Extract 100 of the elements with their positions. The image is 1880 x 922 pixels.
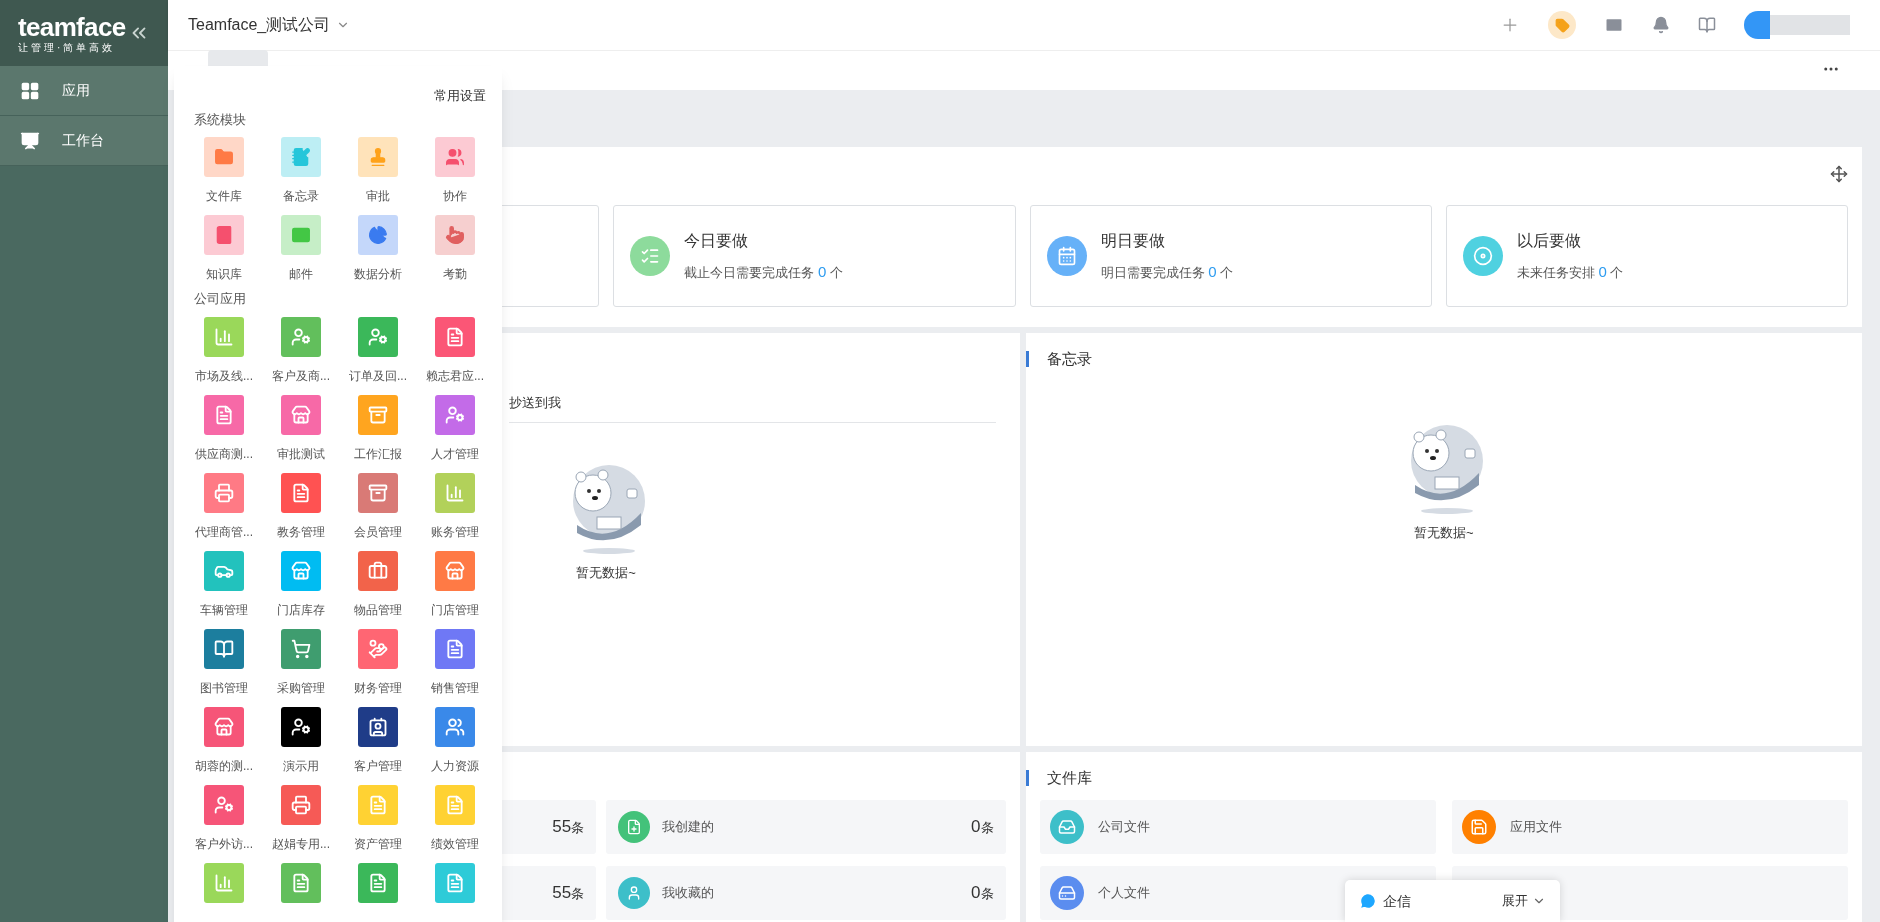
app-label[interactable]: 会员管理 bbox=[354, 522, 402, 543]
app-tile[interactable] bbox=[204, 550, 244, 591]
app-label[interactable]: 图书管理 bbox=[200, 678, 248, 699]
file-label: 公司文件 bbox=[1097, 818, 1150, 837]
app-tile[interactable] bbox=[358, 137, 398, 177]
move-icon[interactable] bbox=[1830, 165, 1848, 183]
record-row[interactable]: 我收藏的 0条 bbox=[606, 866, 1006, 920]
app-tile[interactable] bbox=[358, 784, 398, 825]
app-label[interactable]: 审批 bbox=[366, 187, 390, 207]
app-label[interactable]: 订单及回... bbox=[349, 366, 407, 387]
app-label[interactable]: 车辆管理 bbox=[200, 600, 248, 621]
save-icon bbox=[1469, 818, 1488, 836]
app-label[interactable]: 胡蓉的测... bbox=[195, 756, 253, 777]
record-label: 我收藏的 bbox=[662, 884, 715, 903]
app-tile[interactable] bbox=[358, 862, 398, 903]
task-card[interactable]: 以后要做 未来任务安排 0 个 bbox=[1445, 205, 1848, 307]
app-tile[interactable] bbox=[281, 628, 321, 669]
task-card[interactable]: 今日要做 截止今日需要完成任务 0 个 bbox=[613, 205, 1016, 307]
app-label[interactable]: 账务管理 bbox=[431, 522, 479, 543]
app-tile[interactable] bbox=[435, 394, 475, 435]
app-tile[interactable] bbox=[204, 628, 244, 669]
app-tile[interactable] bbox=[435, 137, 475, 177]
app-tile[interactable] bbox=[435, 862, 475, 903]
app-tile[interactable] bbox=[281, 394, 321, 435]
app-label[interactable]: 财务管理 bbox=[354, 678, 402, 699]
app-label[interactable]: 门店管理 bbox=[431, 600, 479, 621]
app-label[interactable]: 审批测试 bbox=[277, 444, 325, 465]
app-tile[interactable] bbox=[358, 316, 398, 357]
app-label[interactable]: 考勤 bbox=[443, 265, 467, 285]
file-category[interactable]: 公司文件 bbox=[1039, 800, 1436, 854]
app-label[interactable]: 代理商管... bbox=[195, 522, 253, 543]
app-tile[interactable] bbox=[204, 394, 244, 435]
record-row[interactable]: 我创建的 0条 bbox=[606, 800, 1006, 854]
app-tile[interactable] bbox=[281, 316, 321, 357]
expand-toggle[interactable]: 展开 bbox=[1502, 891, 1546, 911]
app-label[interactable]: 人力资源 bbox=[431, 756, 479, 777]
approval-tab[interactable]: 抄送到我 bbox=[509, 393, 561, 413]
app-label[interactable]: 教务管理 bbox=[277, 522, 325, 543]
app-tile[interactable] bbox=[281, 862, 321, 903]
app-label[interactable]: 知识库 bbox=[206, 265, 242, 285]
app-tile[interactable] bbox=[204, 316, 244, 357]
notepad-icon bbox=[291, 147, 311, 167]
app-label[interactable]: 客户外访... bbox=[195, 834, 253, 855]
app-label[interactable]: 邮件 bbox=[289, 265, 313, 285]
app-tile[interactable] bbox=[281, 472, 321, 513]
tag-button[interactable] bbox=[1548, 11, 1576, 39]
app-label[interactable]: 文件库 bbox=[206, 187, 242, 207]
company-switcher[interactable]: Teamface_测试公司 bbox=[188, 13, 351, 37]
app-tile[interactable] bbox=[204, 472, 244, 513]
app-tile[interactable] bbox=[435, 215, 475, 255]
app-label[interactable]: 市场及线... bbox=[195, 366, 253, 387]
bell-icon[interactable] bbox=[1652, 16, 1670, 34]
app-tile[interactable] bbox=[435, 784, 475, 825]
app-label[interactable]: 客户及商... bbox=[272, 366, 330, 387]
app-label[interactable]: 客户管理 bbox=[354, 756, 402, 777]
app-label[interactable]: 销售管理 bbox=[431, 678, 479, 699]
app-tile[interactable] bbox=[358, 550, 398, 591]
app-label[interactable]: 备忘录 bbox=[283, 187, 319, 207]
app-label[interactable]: 数据分析 bbox=[354, 265, 402, 285]
app-tile[interactable] bbox=[204, 706, 244, 747]
app-tile[interactable] bbox=[358, 706, 398, 747]
app-label[interactable]: 门店库存 bbox=[277, 600, 325, 621]
app-tile[interactable] bbox=[281, 784, 321, 825]
app-label[interactable]: 协作 bbox=[443, 187, 467, 207]
app-label[interactable]: 人才管理 bbox=[431, 444, 479, 465]
document-icon bbox=[214, 404, 234, 425]
app-tile[interactable] bbox=[204, 215, 244, 255]
app-tile[interactable] bbox=[435, 706, 475, 747]
app-label[interactable]: 演示用 bbox=[283, 756, 319, 777]
app-tile[interactable] bbox=[281, 215, 321, 255]
file-category[interactable]: 应用文件 bbox=[1451, 800, 1848, 854]
app-tile[interactable] bbox=[281, 706, 321, 747]
app-label[interactable]: 资产管理 bbox=[354, 834, 402, 855]
sidebar-item[interactable]: 应用 bbox=[0, 66, 168, 116]
app-tile[interactable] bbox=[358, 215, 398, 255]
app-label[interactable]: 绩效管理 bbox=[431, 834, 479, 855]
tag-icon bbox=[1554, 17, 1570, 33]
chat-dialog[interactable]: 企信 展开 bbox=[1345, 880, 1560, 922]
app-tile[interactable] bbox=[204, 784, 244, 825]
app-tile[interactable] bbox=[281, 550, 321, 591]
app-label[interactable]: 物品管理 bbox=[354, 600, 402, 621]
app-tile[interactable] bbox=[435, 550, 475, 591]
app-tile[interactable] bbox=[358, 628, 398, 669]
app-tile[interactable] bbox=[281, 137, 321, 177]
common-settings-link[interactable]: 常用设置 bbox=[434, 86, 486, 106]
sidebar-item[interactable]: 工作台 bbox=[0, 116, 168, 166]
app-tile[interactable] bbox=[435, 628, 475, 669]
task-card[interactable]: 明日要做 明日需要完成任务 0 个 bbox=[1029, 205, 1432, 307]
app-label[interactable]: 赖志君应... bbox=[426, 366, 484, 387]
app-tile[interactable] bbox=[435, 316, 475, 357]
app-tile[interactable] bbox=[358, 394, 398, 435]
app-tile[interactable] bbox=[435, 472, 475, 513]
app-label[interactable]: 赵娟专用... bbox=[272, 834, 330, 855]
app-tile[interactable] bbox=[358, 472, 398, 513]
app-label[interactable]: 工作汇报 bbox=[354, 444, 402, 465]
app-label[interactable]: 采购管理 bbox=[277, 678, 325, 699]
app-tile[interactable] bbox=[204, 137, 244, 177]
app-tile[interactable] bbox=[204, 862, 244, 903]
app-label[interactable]: 供应商测... bbox=[195, 444, 253, 465]
avatar[interactable] bbox=[1744, 11, 1770, 39]
